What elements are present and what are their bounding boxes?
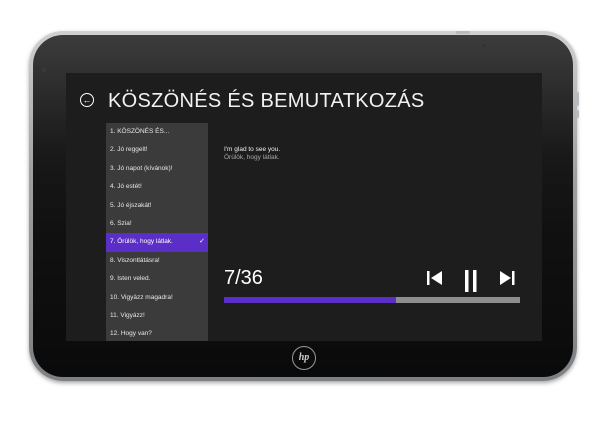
hp-logo: hp: [292, 346, 316, 370]
progress-bar[interactable]: [224, 297, 520, 303]
sensor-icon: [482, 44, 485, 47]
lesson-item[interactable]: 9. Isten veled.: [106, 270, 208, 288]
lesson-item-label: 6. Szia!: [110, 219, 132, 227]
back-arrow-icon[interactable]: ←: [80, 93, 94, 107]
lesson-item[interactable]: 4. Jó estét!: [106, 178, 208, 196]
pause-icon[interactable]: [464, 270, 478, 297]
top-button: [456, 31, 470, 34]
lesson-list: 1. KÖSZÖNÉS ÉS... 2. Jó reggelt! 3. Jó nap…: [106, 123, 208, 341]
camera-icon: [42, 68, 46, 72]
lesson-item-label: 12. Hogy van?: [110, 330, 152, 338]
lesson-item[interactable]: 11. Vigyázz!: [106, 307, 208, 325]
phrase-counter: 7/36: [224, 267, 263, 289]
progress-fill: [224, 297, 396, 303]
lesson-item-label: 4. Jó estét!: [110, 183, 142, 191]
lesson-item-label: 8. Viszontlátásra!: [110, 256, 160, 264]
lesson-item[interactable]: 2. Jó reggelt!: [106, 141, 208, 159]
lesson-item-label: 1. KÖSZÖNÉS ÉS...: [110, 128, 170, 135]
lesson-item-label: 10. Vigyázz magadra!: [110, 293, 173, 301]
page-title: KÖSZÖNÉS ÉS BEMUTATKOZÁS: [108, 90, 425, 112]
lesson-item[interactable]: 12. Hogy van?: [106, 325, 208, 341]
lesson-item-label: 7. Örülök, hogy látlak.: [110, 238, 173, 246]
lesson-item[interactable]: 3. Jó napot (kívánok)!: [106, 160, 208, 178]
lesson-item[interactable]: 1. KÖSZÖNÉS ÉS...: [106, 123, 208, 141]
phrase-english: I'm glad to see you.: [224, 146, 281, 153]
volume-button: [576, 92, 579, 106]
lesson-item[interactable]: 7. Örülök, hogy látlak. ✓: [106, 233, 208, 252]
power-button: [576, 110, 579, 118]
lesson-item-label: 3. Jó napot (kívánok)!: [110, 164, 173, 172]
lesson-item-label: 5. Jó éjszakát!: [110, 201, 152, 209]
lesson-item[interactable]: 8. Viszontlátásra!: [106, 252, 208, 270]
app-screen: ← KÖSZÖNÉS ÉS BEMUTATKOZÁS 1. KÖSZÖNÉS É…: [66, 73, 542, 341]
lesson-item[interactable]: 10. Vigyázz magadra!: [106, 289, 208, 307]
next-icon[interactable]: [498, 270, 516, 291]
lesson-item-label: 2. Jó reggelt!: [110, 146, 148, 154]
lesson-item[interactable]: 5. Jó éjszakát!: [106, 197, 208, 215]
checkmark-icon: ✓: [199, 238, 205, 246]
lesson-item-label: 9. Isten veled.: [110, 275, 151, 283]
lesson-item[interactable]: 6. Szia!: [106, 215, 208, 233]
lesson-item-label: 11. Vigyázz!: [110, 311, 145, 319]
previous-icon[interactable]: [426, 270, 444, 291]
phrase-hungarian: Örülök, hogy látlak.: [224, 154, 280, 161]
